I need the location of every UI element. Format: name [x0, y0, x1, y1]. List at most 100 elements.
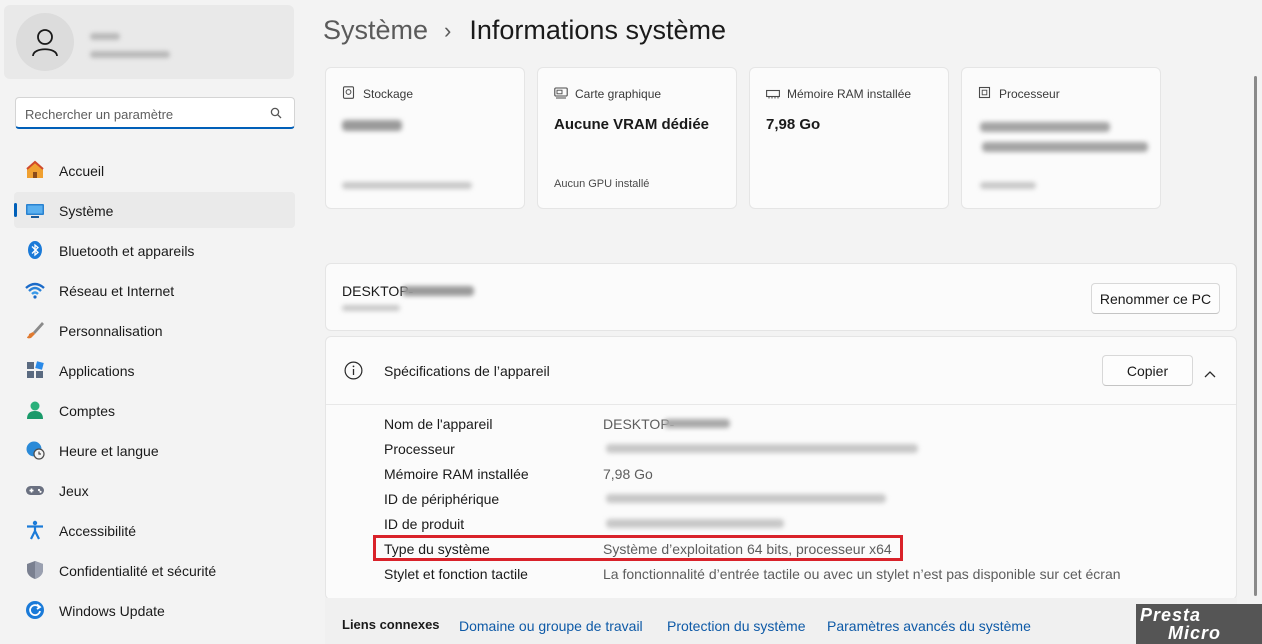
- sidebar-item-label: Réseau et Internet: [59, 283, 175, 299]
- sidebar-item-label: Applications: [59, 363, 135, 379]
- related-links-title: Liens connexes: [342, 617, 440, 632]
- spec-label: ID de périphérique: [384, 491, 500, 507]
- search-input[interactable]: [25, 104, 260, 124]
- accessibility-icon: [25, 520, 45, 540]
- spec-value: La fonctionnalité d’entrée tactile ou av…: [603, 566, 1121, 582]
- link-domaine-groupe[interactable]: Domaine ou groupe de travail: [459, 618, 643, 634]
- card-stockage: Stockage: [325, 67, 525, 209]
- scrollbar[interactable]: [1254, 76, 1257, 596]
- sidebar-item-label: Accessibilité: [59, 523, 137, 539]
- gamepad-icon: [25, 480, 45, 500]
- highlight-box: [373, 535, 903, 561]
- sidebar-item-label: Confidentialité et sécurité: [59, 563, 217, 579]
- device-model-redacted: [342, 305, 400, 311]
- sidebar-item-systeme[interactable]: Système: [14, 192, 295, 228]
- info-icon: [344, 361, 363, 385]
- related-links-bar: Liens connexes Domaine ou groupe de trav…: [325, 598, 1237, 644]
- spec-label: Mémoire RAM installée: [384, 466, 529, 482]
- spec-label: Nom de l'appareil: [384, 416, 493, 432]
- card-processeur: Processeur: [961, 67, 1161, 209]
- sidebar: Accueil Système Bluetooth et appareils R…: [0, 0, 310, 644]
- sidebar-item-comptes[interactable]: Comptes: [14, 392, 295, 428]
- page-title: Informations système: [469, 15, 726, 45]
- sidebar-item-reseau[interactable]: Réseau et Internet: [14, 272, 295, 308]
- sidebar-item-label: Système: [59, 203, 114, 219]
- sidebar-item-windows-update[interactable]: Windows Update: [14, 592, 295, 628]
- rename-pc-button[interactable]: Renommer ce PC: [1091, 283, 1220, 314]
- prestamicro-logo: Presta Micro: [1136, 604, 1262, 644]
- device-name-suffix-redacted: [402, 286, 474, 296]
- home-icon: [25, 160, 45, 180]
- update-icon: [25, 600, 45, 620]
- breadcrumb: Système › Informations système: [323, 15, 726, 46]
- sidebar-item-label: Bluetooth et appareils: [59, 243, 195, 259]
- active-indicator: [14, 203, 17, 217]
- specs-header[interactable]: Spécifications de l’appareil Copier: [326, 337, 1236, 405]
- card-memoire-ram: Mémoire RAM installée 7,98 Go: [749, 67, 949, 209]
- logo-line2: Micro: [1168, 623, 1222, 643]
- sidebar-item-label: Heure et langue: [59, 443, 159, 459]
- card-title: Processeur: [999, 87, 1060, 101]
- sidebar-item-label: Jeux: [59, 483, 89, 499]
- cpu-speed-redacted: [980, 182, 1036, 189]
- gpu-icon: [554, 86, 568, 104]
- brush-icon: [25, 320, 45, 340]
- sidebar-item-applications[interactable]: Applications: [14, 352, 295, 388]
- device-id-redacted: [606, 494, 886, 503]
- logo-line1: Presta: [1140, 605, 1202, 625]
- system-icon: [25, 200, 45, 220]
- sidebar-item-jeux[interactable]: Jeux: [14, 472, 295, 508]
- device-name-panel: DESKTOP- Renommer ce PC: [325, 263, 1237, 331]
- card-title: Carte graphique: [575, 87, 662, 101]
- account-icon: [25, 400, 45, 420]
- card-carte-graphique: Carte graphique Aucune VRAM dédiée Aucun…: [537, 67, 737, 209]
- sidebar-item-bluetooth[interactable]: Bluetooth et appareils: [14, 232, 295, 268]
- cpu-name-redacted-2: [982, 142, 1148, 152]
- storage-size-redacted: [342, 120, 402, 131]
- storage-icon: [342, 86, 355, 104]
- spec-label: ID de produit: [384, 516, 465, 532]
- card-value: 7,98 Go: [766, 116, 821, 133]
- spec-value: 7,98 Go: [603, 466, 653, 482]
- link-protection-systeme[interactable]: Protection du système: [667, 618, 806, 634]
- search-icon[interactable]: [270, 106, 282, 124]
- sidebar-item-label: Personnalisation: [59, 323, 163, 339]
- product-id-redacted: [606, 519, 784, 528]
- user-profile[interactable]: [4, 5, 294, 79]
- cpu-name-redacted: [980, 122, 1110, 132]
- bluetooth-icon: [25, 240, 45, 260]
- user-email-redacted: [90, 51, 170, 58]
- scrollbar-thumb[interactable]: [1254, 76, 1257, 596]
- cpu-icon: [978, 86, 991, 104]
- sidebar-item-accueil[interactable]: Accueil: [14, 152, 295, 188]
- breadcrumb-separator: ›: [444, 17, 452, 43]
- card-title: Mémoire RAM installée: [787, 87, 912, 101]
- link-parametres-avances[interactable]: Paramètres avancés du système: [827, 618, 1031, 634]
- sidebar-item-label: Comptes: [59, 403, 116, 419]
- specs-title: Spécifications de l’appareil: [384, 363, 550, 379]
- sidebar-item-accessibilite[interactable]: Accessibilité: [14, 512, 295, 548]
- chevron-up-icon[interactable]: [1204, 365, 1216, 383]
- apps-icon: [25, 360, 45, 380]
- sidebar-item-personnalisation[interactable]: Personnalisation: [14, 312, 295, 348]
- breadcrumb-parent[interactable]: Système: [323, 15, 428, 46]
- avatar: [16, 13, 74, 71]
- sidebar-item-heure[interactable]: Heure et langue: [14, 432, 295, 468]
- storage-usage-redacted: [342, 182, 472, 189]
- shield-icon: [25, 560, 45, 580]
- card-value: Aucune VRAM dédiée: [554, 116, 710, 133]
- copy-button[interactable]: Copier: [1102, 355, 1193, 386]
- processor-redacted: [606, 444, 918, 453]
- card-subtitle: Aucun GPU installé: [554, 178, 650, 190]
- globe-clock-icon: [25, 440, 45, 460]
- card-title: Stockage: [363, 87, 414, 101]
- spec-label: Processeur: [384, 441, 455, 457]
- ram-icon: [766, 86, 780, 104]
- spec-label: Stylet et fonction tactile: [384, 566, 528, 582]
- device-name-suffix-redacted: [664, 419, 730, 428]
- sidebar-item-label: Windows Update: [59, 603, 165, 619]
- sidebar-item-confidentialite[interactable]: Confidentialité et sécurité: [14, 552, 295, 588]
- sidebar-item-label: Accueil: [59, 163, 105, 179]
- wifi-icon: [25, 280, 45, 300]
- search-box[interactable]: [15, 97, 295, 129]
